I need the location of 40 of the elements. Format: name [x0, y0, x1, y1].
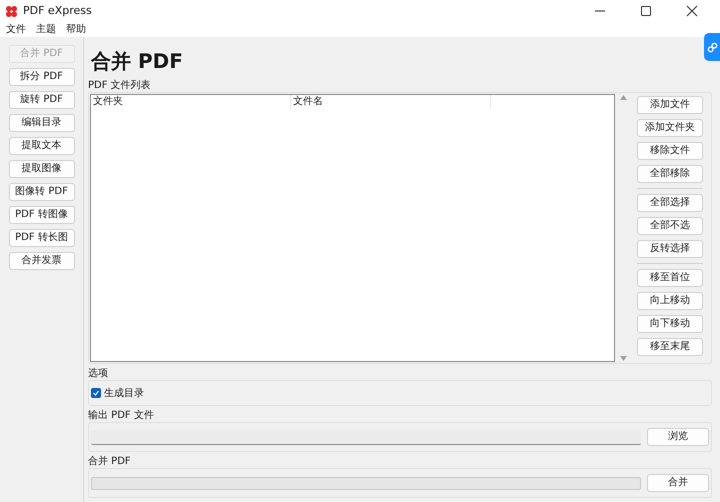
- action-button[interactable]: 移至首位: [637, 269, 703, 287]
- action-button[interactable]: 向上移动: [637, 292, 703, 310]
- sidebar-item[interactable]: 提取文本: [8, 137, 74, 155]
- action-button[interactable]: 反转选择: [637, 240, 703, 258]
- output-path-field[interactable]: [91, 430, 641, 444]
- action-button[interactable]: 全部不选: [637, 217, 703, 235]
- window-title: PDF eXpress: [23, 2, 92, 19]
- column-header: 文件名: [291, 95, 491, 109]
- checkbox[interactable]: [91, 388, 101, 398]
- section-label: 输出 PDF 文件: [88, 411, 155, 421]
- scroll-down-icon[interactable]: [620, 356, 626, 361]
- sidebar-item[interactable]: 合并发票: [8, 252, 74, 270]
- action-button[interactable]: 移除文件: [637, 142, 703, 160]
- merge-button[interactable]: 合并: [647, 474, 709, 492]
- action-button[interactable]: 添加文件: [637, 96, 703, 114]
- action-button[interactable]: 向下移动: [637, 315, 703, 333]
- action-button[interactable]: 全部选择: [637, 194, 703, 212]
- column-header: 文件夹: [91, 95, 291, 109]
- action-button[interactable]: 添加文件夹: [637, 119, 703, 137]
- checkbox-label: 生成目录: [104, 386, 144, 400]
- sidebar-item[interactable]: 图像转 PDF: [8, 183, 74, 201]
- link-icon[interactable]: [704, 33, 720, 61]
- scroll-up-icon[interactable]: [620, 95, 626, 100]
- action-button[interactable]: 移至末尾: [637, 338, 703, 356]
- action-button[interactable]: 全部移除: [637, 165, 703, 183]
- page-title: 合并 PDF: [91, 51, 184, 71]
- section-label: 合并 PDF: [88, 457, 132, 467]
- sidebar-item[interactable]: 编辑目录: [8, 114, 74, 132]
- app-logo-icon: [5, 4, 18, 18]
- sidebar-item[interactable]: PDF 转图像: [8, 206, 74, 224]
- sidebar-item[interactable]: 拆分 PDF: [8, 68, 74, 86]
- sidebar-item[interactable]: PDF 转长图: [8, 229, 74, 247]
- sidebar-item[interactable]: 旋转 PDF: [8, 91, 74, 109]
- browse-button[interactable]: 浏览: [647, 428, 709, 446]
- section-label: PDF 文件列表: [88, 81, 152, 91]
- menu-item[interactable]: 帮助: [66, 24, 86, 34]
- menu-item[interactable]: 文件: [6, 24, 26, 34]
- section-label: 选项: [88, 369, 109, 379]
- menu-item[interactable]: 主题: [36, 24, 56, 34]
- sidebar-item[interactable]: 提取图像: [8, 160, 74, 178]
